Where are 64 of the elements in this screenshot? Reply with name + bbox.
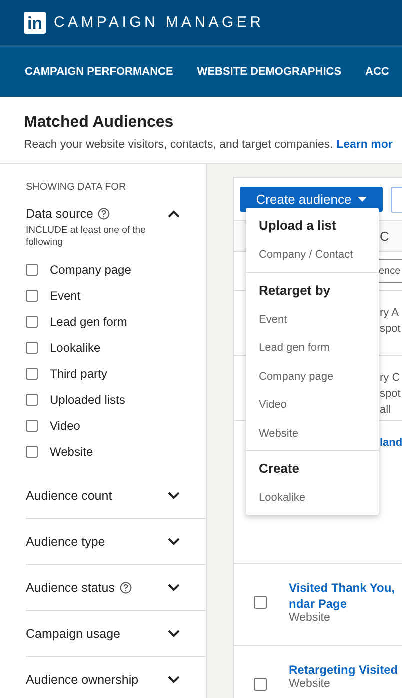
table-cell-text: ry C <box>380 371 402 386</box>
checkbox[interactable] <box>26 394 38 406</box>
menu-heading: Retarget by <box>258 282 332 300</box>
menu-item[interactable]: Company / Contact <box>246 241 379 270</box>
filter-label: Audience ownership <box>26 672 139 686</box>
sidebar-caption: SHOWING DATA FOR <box>26 182 128 193</box>
option-label: Event <box>50 289 81 303</box>
filter-label: Audience count <box>26 488 112 502</box>
help-icon[interactable] <box>120 582 132 594</box>
nav-tab[interactable]: WEBSITE DEMOGRAPHICS <box>197 66 342 78</box>
caret-icon <box>358 197 367 202</box>
audience-link[interactable]: Retargeting Visited <box>289 662 398 678</box>
menu-item[interactable]: Lookalike <box>246 484 379 512</box>
filter-label: Data source <box>26 207 94 221</box>
option-label: Website <box>50 445 94 459</box>
page-subtitle: Reach your website visitors, contacts, and target companies. Learn mor <box>24 139 394 151</box>
option-label: Lookalike <box>50 341 101 355</box>
option-label: Uploaded lists <box>50 393 126 407</box>
menu-heading: Create <box>258 461 300 478</box>
checkbox[interactable] <box>26 420 38 432</box>
chevron-down-icon[interactable] <box>168 676 180 684</box>
checkbox[interactable] <box>26 264 38 276</box>
table-cell-text: all <box>380 403 392 418</box>
filter-label: Audience status <box>26 580 115 594</box>
filter-label: Campaign usage <box>26 626 121 640</box>
menu-heading: Upload a list <box>258 218 338 235</box>
checkbox[interactable] <box>254 596 267 609</box>
menu-item[interactable]: Lead gen form <box>246 334 379 362</box>
chevron-up-icon[interactable] <box>168 210 180 218</box>
checkbox[interactable] <box>26 290 38 302</box>
column-header: C <box>380 228 390 244</box>
checkbox[interactable] <box>254 678 267 691</box>
menu-item[interactable]: Video <box>246 391 379 420</box>
audience-link[interactable]: Visited Thank You, ndar Page <box>289 580 396 612</box>
table-cell-text: spot <box>380 387 402 402</box>
audience-type: Website <box>289 678 332 690</box>
chevron-down-icon[interactable] <box>168 538 180 546</box>
page-title: Matched Audiences <box>24 114 175 132</box>
checkbox[interactable] <box>26 446 38 458</box>
option-label: Video <box>50 419 80 433</box>
option-label: Lead gen form <box>50 315 128 329</box>
app-title: CAMPAIGN MANAGER <box>54 14 264 31</box>
table-cell-text: spot <box>380 322 402 337</box>
option-label: Company page <box>50 263 132 277</box>
menu-item[interactable]: Company page <box>246 362 379 391</box>
checkbox[interactable] <box>26 342 38 354</box>
audience-type: Website <box>289 612 332 624</box>
chevron-down-icon[interactable] <box>168 630 180 638</box>
menu-item[interactable]: Website <box>246 420 379 448</box>
filter-hint: INCLUDE at least one of the following <box>26 225 147 249</box>
table-cell-text: ry A <box>380 306 400 321</box>
chevron-down-icon[interactable] <box>168 584 180 592</box>
option-label: Third party <box>50 367 108 381</box>
nav-tab[interactable]: CAMPAIGN PERFORMANCE <box>25 66 174 78</box>
checkbox[interactable] <box>26 368 38 380</box>
help-icon[interactable] <box>98 208 110 220</box>
checkbox[interactable] <box>26 316 38 328</box>
filter-label: Audience type <box>26 534 106 548</box>
logo: in <box>24 12 46 34</box>
menu-item[interactable]: Event <box>246 306 379 334</box>
nav-tab[interactable]: ACC <box>366 66 390 78</box>
row-link[interactable]: land <box>380 435 402 451</box>
chevron-down-icon[interactable] <box>168 492 180 500</box>
learn-more-link[interactable]: Learn mor <box>336 139 393 151</box>
